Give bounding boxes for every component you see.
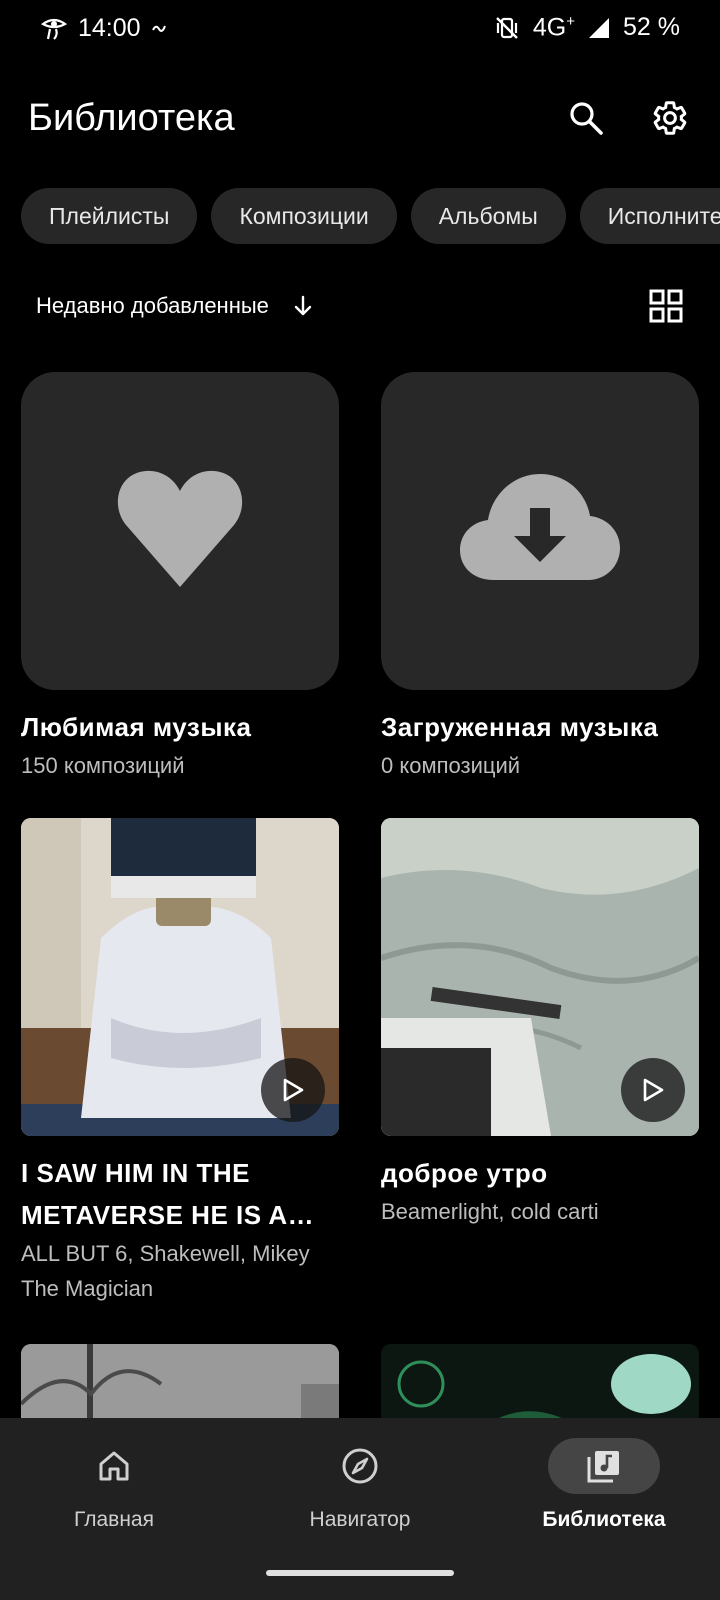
compass-icon xyxy=(304,1438,416,1494)
search-icon[interactable] xyxy=(564,96,608,140)
app-header: Библиотека xyxy=(0,88,720,148)
card-subtitle: ALL BUT 6, Shakewell, Mikey The Magician xyxy=(21,1241,310,1301)
play-icon[interactable] xyxy=(621,1058,685,1122)
card-title: Любимая музыка xyxy=(21,712,252,742)
card-downloaded-music[interactable]: Загруженная музыка 0 композиций xyxy=(381,372,699,783)
chip-artists[interactable]: Исполнители xyxy=(579,188,720,244)
play-icon[interactable] xyxy=(261,1058,325,1122)
page-title: Библиотека xyxy=(28,96,235,139)
nav-item-library[interactable]: Библиотека xyxy=(494,1438,714,1532)
status-bar: 14:00 4G+ 52 % xyxy=(0,0,720,56)
signal-icon xyxy=(587,16,611,40)
network-type: 4G+ xyxy=(532,13,576,42)
card-subtitle: 0 композиций xyxy=(381,753,521,778)
status-time: 14:00 xyxy=(78,13,141,42)
nav-item-home[interactable]: Главная xyxy=(4,1438,224,1532)
album-cover-image xyxy=(381,818,699,1136)
card-title: доброе утро xyxy=(381,1158,548,1188)
card-title: Загруженная музыка xyxy=(381,712,659,742)
arrow-down-icon[interactable] xyxy=(291,294,315,318)
card-title: I SAW HIM IN THE METAVERSE HE IS A… xyxy=(21,1158,315,1230)
filter-chips: Плейлисты Композиции Альбомы Исполнители xyxy=(21,188,720,244)
gear-icon[interactable] xyxy=(648,96,692,140)
battery-level: 52 % xyxy=(623,13,680,42)
nav-label: Главная xyxy=(74,1508,154,1531)
album-cover-image xyxy=(21,818,339,1136)
mute-vibrate-icon xyxy=(493,14,521,42)
sort-row: Недавно добавленные xyxy=(0,278,720,334)
library-music-icon xyxy=(548,1438,660,1494)
small-glyph-icon xyxy=(151,20,167,36)
card-thumb xyxy=(381,372,699,690)
card-album-good-morning[interactable]: доброе утро Beamerlight, cold carti xyxy=(381,818,699,1229)
home-indicator[interactable] xyxy=(266,1570,454,1576)
grid-view-icon[interactable] xyxy=(644,284,688,328)
hieroglyph-eye-icon xyxy=(40,15,68,41)
chip-songs[interactable]: Композиции xyxy=(211,188,397,244)
card-subtitle: Beamerlight, cold carti xyxy=(381,1199,599,1224)
chip-playlists[interactable]: Плейлисты xyxy=(21,188,198,244)
card-subtitle: 150 композиций xyxy=(21,753,185,778)
sort-label[interactable]: Недавно добавленные xyxy=(36,293,269,319)
card-album-metaverse[interactable]: I SAW HIM IN THE METAVERSE HE IS A… ALL … xyxy=(21,818,339,1306)
home-icon xyxy=(58,1438,170,1494)
card-thumb xyxy=(21,372,339,690)
chip-albums[interactable]: Альбомы xyxy=(410,188,566,244)
heart-icon xyxy=(112,469,248,594)
nav-label: Библиотека xyxy=(542,1508,666,1531)
nav-label: Навигатор xyxy=(309,1508,411,1531)
nav-item-explore[interactable]: Навигатор xyxy=(250,1438,470,1532)
card-liked-music[interactable]: Любимая музыка 150 композиций xyxy=(21,372,339,783)
cloud-download-icon xyxy=(460,473,620,589)
